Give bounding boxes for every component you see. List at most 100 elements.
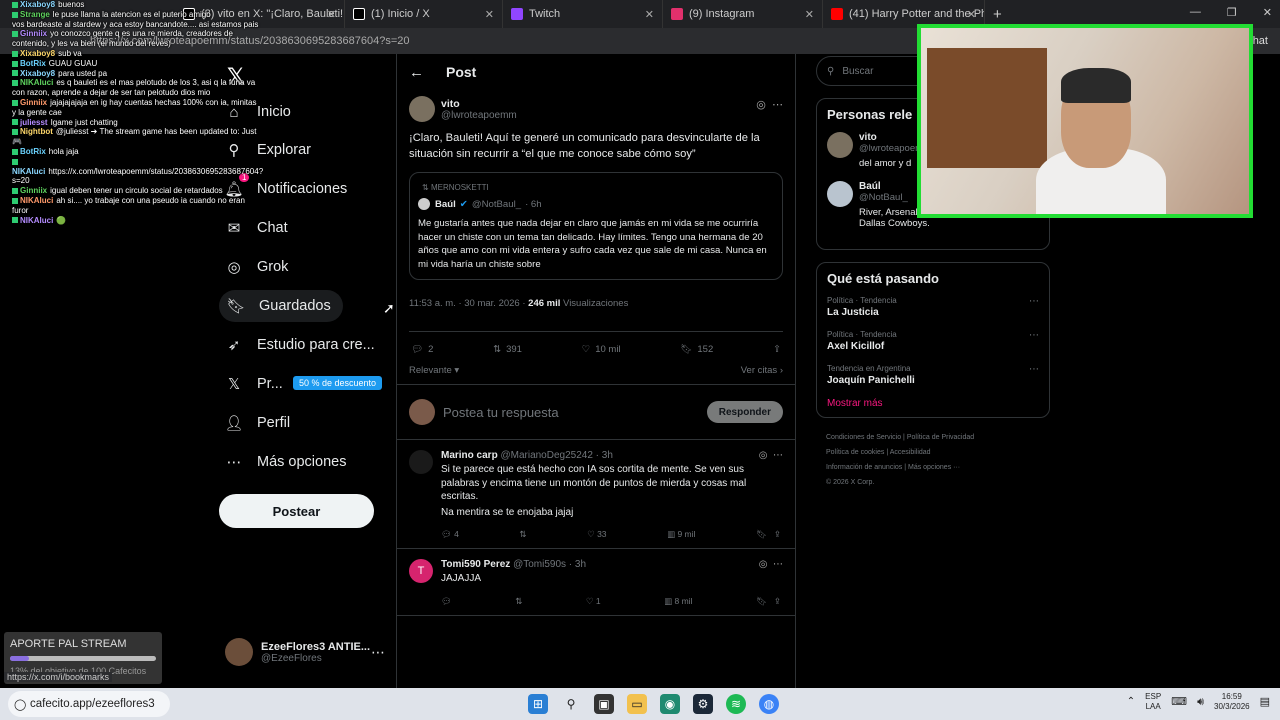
grok-icon[interactable]: ◎: [759, 559, 768, 570]
bookmark-button[interactable]: 🔖︎ 152: [680, 344, 713, 355]
more-icon[interactable]: ⋯: [773, 559, 783, 570]
trend-item[interactable]: Política · Tendencia Axel Kicillof ⋯: [827, 330, 1039, 352]
more-icon[interactable]: ⋯: [1029, 364, 1039, 375]
person-name[interactable]: vito: [859, 132, 923, 143]
reply-author-name[interactable]: Marino carp: [441, 450, 498, 461]
share-icon[interactable]: ⇪: [774, 596, 781, 606]
nav-item-perfil[interactable]: 👤︎ Perfil: [224, 407, 290, 439]
language-indicator[interactable]: ESP LAA: [1145, 692, 1161, 712]
footer-link[interactable]: Política de Privacidad: [907, 434, 974, 441]
nav-item-estudio-para-cre[interactable]: ➶ Estudio para cre...: [225, 329, 375, 361]
views-button[interactable]: ▥ 8 mil: [664, 596, 692, 607]
repost-button[interactable]: ⇅: [515, 596, 522, 607]
close-icon[interactable]: ✕: [805, 8, 814, 21]
tab-twitch[interactable]: Twitch ✕: [503, 0, 663, 28]
chat-message: NIKAluci 🟢: [0, 216, 260, 226]
footer-link[interactable]: Accesibilidad: [890, 449, 931, 456]
quoted-post[interactable]: ⇅ MERNOSKETTI Baúl ✔ @NotBaul_ · 6h Me g…: [409, 172, 783, 280]
network-icon[interactable]: ⌨: [1171, 697, 1187, 708]
avatar[interactable]: [827, 181, 853, 207]
footer-link[interactable]: © 2026 X Corp.: [826, 479, 874, 486]
steam-icon[interactable]: ⚙: [693, 694, 713, 714]
reply-button[interactable]: 💬︎ 2: [411, 344, 433, 355]
nav-item-pr[interactable]: 𝕏 Pr...: [225, 368, 283, 400]
tab-instagram[interactable]: (9) Instagram ✕: [663, 0, 823, 28]
views-button[interactable]: ▥ 9 mil: [667, 529, 695, 540]
trend-item[interactable]: Política · Tendencia La Justicia ⋯: [827, 296, 1039, 318]
grok-icon[interactable]: ◎: [759, 450, 768, 461]
post-button[interactable]: Postear: [219, 494, 374, 528]
reply-author-name[interactable]: Tomi590 Perez: [441, 559, 510, 570]
nav-item-más-opciones[interactable]: ⋯ Más opciones: [225, 446, 347, 478]
person-handle: @lwroteapoem: [859, 143, 924, 154]
avatar[interactable]: [409, 450, 433, 474]
avatar[interactable]: T: [409, 559, 433, 583]
maximize-icon[interactable]: ❐: [1227, 6, 1237, 19]
bookmark-icon[interactable]: 🔖︎: [756, 596, 767, 606]
share-icon[interactable]: ⇪: [774, 529, 781, 539]
like-button[interactable]: ♡ 10 mil: [582, 344, 621, 355]
more-icon[interactable]: ⋯: [772, 99, 783, 111]
file-explorer-icon[interactable]: ▭: [627, 694, 647, 714]
volume-icon[interactable]: 🔊︎: [1197, 697, 1204, 708]
notification-icon[interactable]: ▤: [1260, 697, 1270, 708]
reply-input[interactable]: Postea tu respuesta: [443, 405, 707, 420]
app-icon[interactable]: ◍: [759, 694, 779, 714]
footer-link[interactable]: Condiciones de Servicio: [826, 434, 901, 441]
share-icon[interactable]: ⇪: [773, 344, 781, 355]
edge-icon[interactable]: ◉: [660, 694, 680, 714]
bookmark-icon[interactable]: 🔖︎: [756, 529, 767, 539]
reply-post[interactable]: Marino carp @MarianoDeg25242 · 3h Si te p…: [397, 440, 795, 549]
trend-item[interactable]: Tendencia en Argentina Joaquín Panichelli…: [827, 364, 1039, 386]
chat-text: Igame just chatting: [50, 117, 118, 127]
sort-dropdown[interactable]: Relevante ▾: [409, 365, 459, 376]
post-author-name[interactable]: vito: [441, 98, 517, 110]
like-button[interactable]: ♡ 1: [586, 596, 601, 607]
reply-button[interactable]: 💬︎: [441, 596, 452, 607]
repost-button[interactable]: ⇅ 391: [493, 344, 522, 355]
avatar[interactable]: [409, 96, 435, 122]
more-icon[interactable]: ⋯: [1029, 296, 1039, 307]
views-count[interactable]: 246 mil: [528, 298, 560, 309]
like-button[interactable]: ♡ 33: [587, 529, 606, 540]
show-more-link[interactable]: Mostrar más: [827, 398, 1039, 409]
more-icon[interactable]: ⋯: [773, 450, 783, 461]
trends-panel: Qué está pasando Política · Tendencia La …: [816, 262, 1050, 418]
chevron-up-icon[interactable]: ⌃: [1127, 697, 1135, 707]
taskbar-search[interactable]: ◯ cafecito.app/ezeeflores3: [8, 691, 170, 717]
tab-inicio[interactable]: (1) Inicio / X ✕: [345, 0, 503, 28]
close-icon[interactable]: ✕: [485, 8, 494, 21]
reply-submit-button[interactable]: Responder: [706, 401, 783, 423]
more-icon[interactable]: ⋯: [371, 644, 385, 661]
clock[interactable]: 16:59 30/3/2026: [1214, 692, 1250, 712]
back-arrow-icon[interactable]: ←: [409, 64, 424, 81]
close-icon[interactable]: ✕: [645, 8, 654, 21]
task-view-icon[interactable]: ▣: [594, 694, 614, 714]
footer-link[interactable]: Información de anuncios: [826, 464, 902, 471]
nav-item-guardados[interactable]: 🔖︎ Guardados: [219, 290, 343, 322]
avatar[interactable]: [827, 132, 853, 158]
panel-title: Qué está pasando: [827, 271, 939, 286]
reply-button[interactable]: 💬︎ 4: [441, 529, 459, 540]
spotify-icon[interactable]: ≋: [726, 694, 746, 714]
minimize-icon[interactable]: —: [1190, 6, 1201, 19]
chat-text: le puse llama la atencion es el puterio …: [52, 9, 211, 19]
bookmark-icon: 🔖︎: [680, 344, 693, 355]
nav-item-grok[interactable]: ◎ Grok: [225, 251, 288, 283]
account-switcher[interactable]: EzeeFlores3 ANTIE... @EzeeFlores ⋯: [225, 638, 385, 666]
close-icon[interactable]: ✕: [327, 8, 336, 21]
start-icon[interactable]: ⊞: [528, 694, 548, 714]
more-icon[interactable]: ⋯: [1029, 330, 1039, 341]
footer-link[interactable]: Política de cookies: [826, 449, 884, 456]
close-icon[interactable]: ✕: [967, 8, 976, 21]
account-name: EzeeFlores3 ANTIE...: [261, 640, 371, 653]
close-window-icon[interactable]: ✕: [1263, 6, 1272, 19]
grok-icon[interactable]: ◎: [756, 99, 766, 111]
view-quotes-link[interactable]: Ver citas ›: [741, 365, 783, 376]
premium-discount-badge[interactable]: 50 % de descuento: [293, 376, 383, 390]
repost-button[interactable]: ⇅: [519, 529, 526, 540]
post-author-handle[interactable]: @lwroteapoemm: [441, 110, 517, 121]
search-icon[interactable]: ⚲: [561, 694, 581, 714]
footer-link[interactable]: Más opciones ···: [908, 464, 960, 471]
reply-post[interactable]: T Tomi590 Perez @Tomi590s · 3h JAJAJJA 💬︎ ⇅…: [397, 549, 795, 616]
